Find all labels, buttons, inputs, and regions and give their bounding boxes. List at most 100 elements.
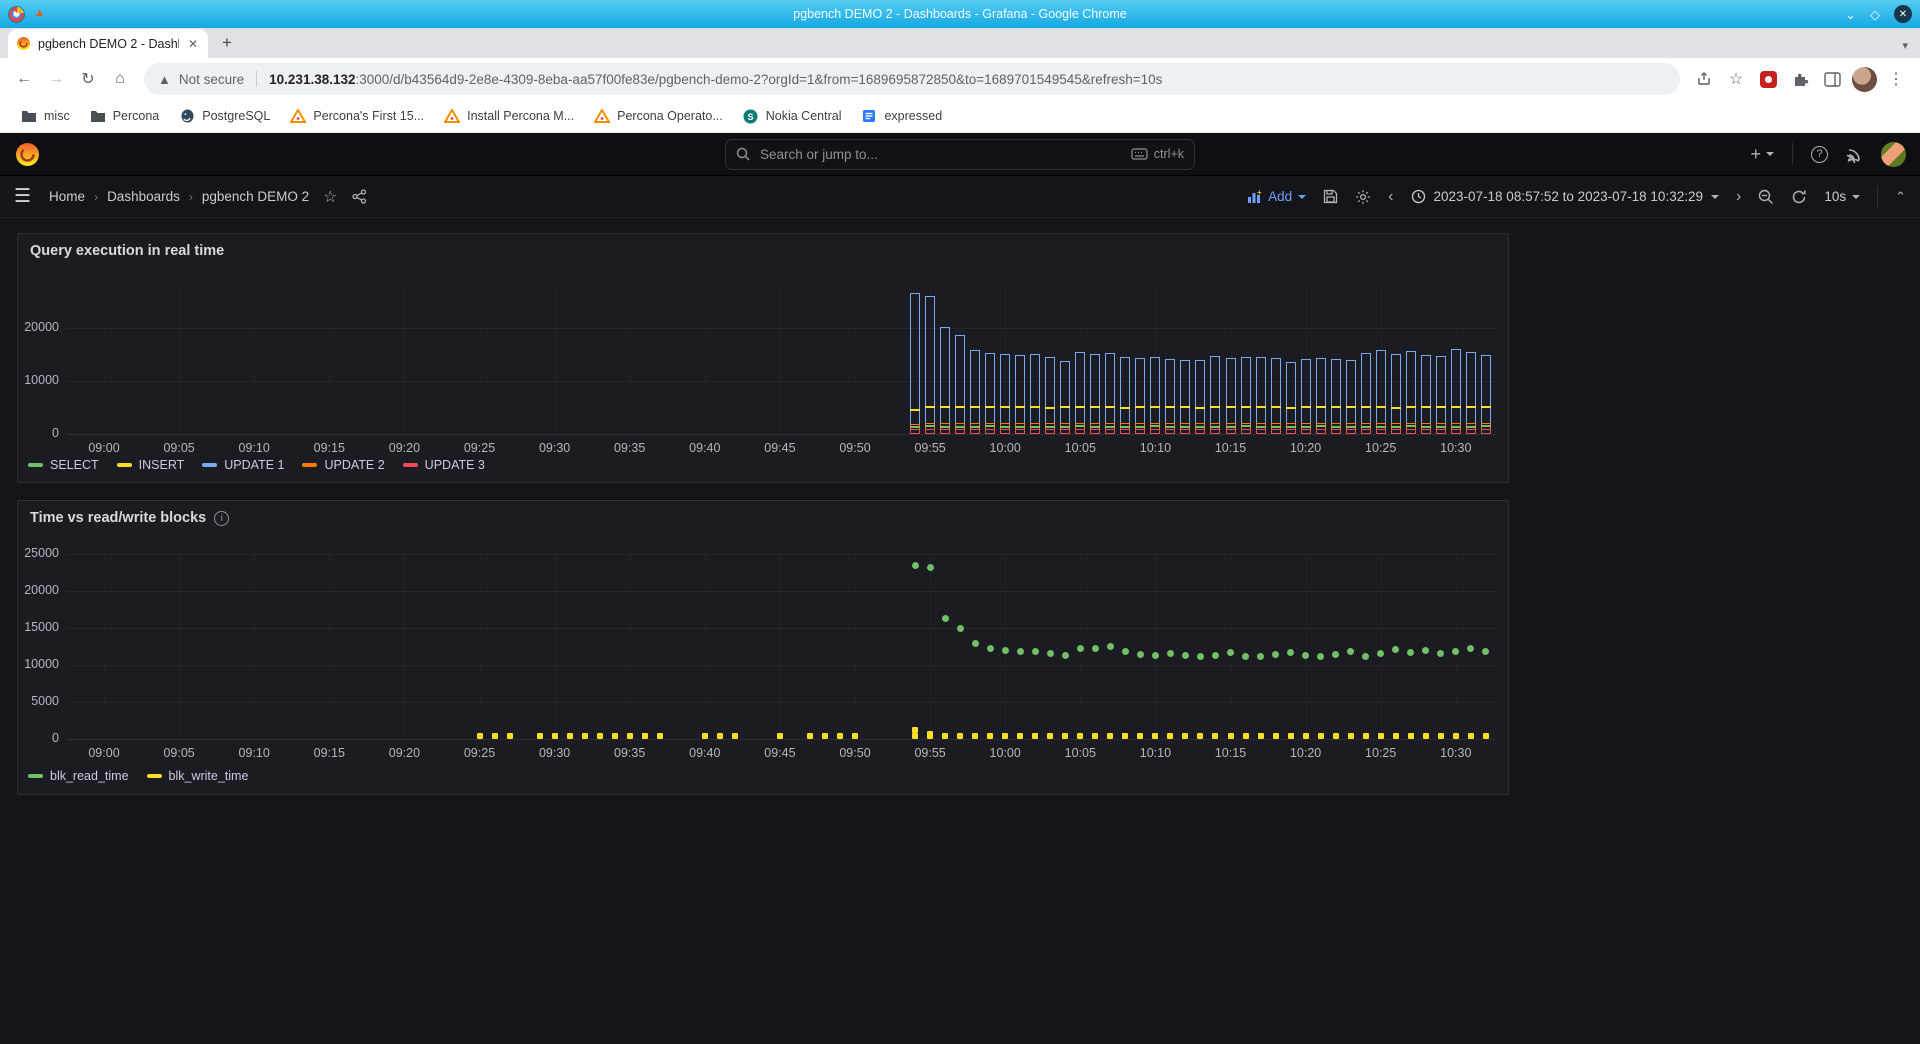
y-gridline bbox=[67, 554, 1497, 555]
point-blk_read_time bbox=[1422, 647, 1429, 654]
scatter-chart-plot[interactable]: 050001000015000200002500009:0009:0509:10… bbox=[67, 549, 1497, 739]
x-axis-label: 10:00 bbox=[979, 746, 1031, 760]
search-input[interactable] bbox=[758, 146, 1123, 163]
panel-time-vs-blocks[interactable]: Time vs read/write blocks i 050001000015… bbox=[17, 500, 1509, 795]
legend-item-blk_read_time[interactable]: blk_read_time bbox=[28, 769, 129, 783]
legend-item-update-2[interactable]: UPDATE 2 bbox=[302, 458, 384, 472]
bar-update-3 bbox=[925, 429, 935, 434]
grafana-logo[interactable] bbox=[14, 141, 41, 168]
bookmark-expressed[interactable]: expressed bbox=[852, 104, 951, 128]
bar-update-3 bbox=[1000, 429, 1010, 434]
panel-info-icon[interactable]: i bbox=[214, 511, 229, 526]
dashboard-canvas: Query execution in real time 01000020000… bbox=[0, 218, 1920, 1044]
x-gridline bbox=[1381, 549, 1382, 739]
close-button[interactable]: ✕ bbox=[1894, 5, 1912, 23]
bar-tick-select bbox=[1481, 425, 1491, 427]
reload-button[interactable]: ↻ bbox=[74, 65, 102, 93]
time-forward-icon[interactable]: › bbox=[1736, 188, 1741, 206]
menu-toggle-icon[interactable]: ☰ bbox=[14, 185, 31, 208]
side-panel-icon[interactable] bbox=[1818, 65, 1846, 93]
bar-update-3 bbox=[1150, 429, 1160, 434]
bookmark-install-percona-m-[interactable]: Install Percona M... bbox=[435, 104, 583, 128]
panel-query-execution[interactable]: Query execution in real time 01000020000… bbox=[17, 233, 1509, 483]
point-blk_write_time bbox=[1017, 733, 1023, 739]
share-icon[interactable] bbox=[1690, 65, 1718, 93]
percona-icon bbox=[594, 108, 610, 124]
bar-update-1 bbox=[1466, 352, 1476, 434]
extension-badge-icon[interactable] bbox=[1754, 65, 1782, 93]
panel-title[interactable]: Time vs read/write blocks i bbox=[30, 510, 229, 526]
y-axis-label: 0 bbox=[9, 731, 59, 745]
bookmark-percona-operato-[interactable]: Percona Operato... bbox=[585, 104, 732, 128]
bar-tick-insert bbox=[1000, 406, 1010, 408]
security-label[interactable]: Not secure bbox=[179, 72, 244, 87]
refresh-interval-picker[interactable]: 10s bbox=[1824, 189, 1860, 204]
new-dashboard-button[interactable]: + bbox=[1750, 144, 1774, 165]
time-range-label: 2023-07-18 08:57:52 to 2023-07-18 10:32:… bbox=[1434, 189, 1703, 204]
refresh-icon[interactable] bbox=[1791, 189, 1807, 205]
x-gridline bbox=[104, 284, 105, 434]
bar-update-3 bbox=[1090, 429, 1100, 434]
time-range-picker[interactable]: 2023-07-18 08:57:52 to 2023-07-18 10:32:… bbox=[1411, 189, 1719, 204]
x-gridline bbox=[705, 284, 706, 434]
url-separator bbox=[256, 71, 257, 87]
actions-divider bbox=[1877, 186, 1878, 208]
bookmark-nokia-central[interactable]: SNokia Central bbox=[734, 104, 851, 128]
kiosk-mode-icon[interactable]: ⌃ bbox=[1895, 189, 1906, 205]
bookmark-percona[interactable]: Percona bbox=[81, 104, 169, 128]
profile-avatar[interactable] bbox=[1850, 65, 1878, 93]
dashboard-settings-icon[interactable] bbox=[1355, 189, 1371, 205]
bar-update-1 bbox=[1406, 351, 1416, 434]
add-panel-button[interactable]: + Add bbox=[1247, 189, 1306, 204]
bar-tick-insert bbox=[1210, 406, 1220, 408]
x-gridline bbox=[480, 284, 481, 434]
maximize-button[interactable]: ◇ bbox=[1870, 8, 1880, 21]
help-icon[interactable]: ? bbox=[1811, 146, 1828, 163]
not-secure-warning-icon[interactable]: ▲ bbox=[158, 72, 171, 87]
breadcrumb-home[interactable]: Home bbox=[49, 189, 85, 204]
save-dashboard-icon[interactable] bbox=[1323, 189, 1338, 204]
back-button[interactable]: ← bbox=[10, 65, 38, 93]
legend-item-insert[interactable]: INSERT bbox=[117, 458, 185, 472]
browser-menu-icon[interactable]: ⋮ bbox=[1882, 65, 1910, 93]
bar-chart-plot[interactable]: 0100002000009:0009:0509:1009:1509:2009:2… bbox=[67, 284, 1497, 434]
time-back-icon[interactable]: ‹ bbox=[1388, 188, 1393, 206]
legend-item-update-3[interactable]: UPDATE 3 bbox=[403, 458, 485, 472]
bar-tick-select bbox=[1150, 425, 1160, 427]
panel-title[interactable]: Query execution in real time bbox=[30, 243, 224, 259]
address-bar[interactable]: ▲ Not secure 10.231.38.132:3000/d/b43564… bbox=[144, 63, 1680, 95]
new-tab-button[interactable]: + bbox=[214, 30, 240, 56]
url-text[interactable]: 10.231.38.132:3000/d/b43564d9-2e8e-4309-… bbox=[269, 72, 1162, 87]
share-dashboard-icon[interactable] bbox=[352, 189, 367, 204]
user-avatar[interactable] bbox=[1881, 142, 1906, 167]
bar-update-3 bbox=[1376, 429, 1386, 434]
forward-button[interactable]: → bbox=[42, 65, 70, 93]
tab-search-chevron-icon[interactable]: ▾ bbox=[1902, 39, 1908, 52]
x-axis-label: 09:25 bbox=[454, 746, 506, 760]
bookmark-percona-s-first-15-[interactable]: Percona's First 15... bbox=[281, 104, 433, 128]
bar-tick-insert bbox=[1316, 406, 1326, 408]
extensions-puzzle-icon[interactable] bbox=[1786, 65, 1814, 93]
x-axis-label: 09:20 bbox=[378, 746, 430, 760]
x-axis-label: 10:30 bbox=[1430, 746, 1482, 760]
legend-item-select[interactable]: SELECT bbox=[28, 458, 99, 472]
bar-tick-select bbox=[985, 425, 995, 427]
breadcrumb-dashboards[interactable]: Dashboards bbox=[107, 189, 180, 204]
point-blk_read_time bbox=[1077, 645, 1084, 652]
zoom-out-icon[interactable] bbox=[1758, 189, 1774, 205]
tab-close-icon[interactable]: ✕ bbox=[186, 37, 200, 51]
favorite-star-icon[interactable]: ☆ bbox=[323, 187, 337, 207]
legend-item-blk_write_time[interactable]: blk_write_time bbox=[147, 769, 249, 783]
bookmark-misc[interactable]: misc bbox=[12, 104, 79, 128]
legend-item-update-1[interactable]: UPDATE 1 bbox=[202, 458, 284, 472]
browser-tab[interactable]: pgbench DEMO 2 - Dashboar ✕ bbox=[8, 29, 208, 58]
x-axis-label: 09:25 bbox=[454, 441, 506, 455]
bar-update-3 bbox=[1271, 429, 1281, 434]
news-icon[interactable] bbox=[1846, 146, 1863, 163]
bookmark-postgresql[interactable]: PostgreSQL bbox=[170, 104, 279, 128]
home-button[interactable]: ⌂ bbox=[106, 65, 134, 93]
search-box[interactable]: ctrl+k bbox=[725, 139, 1195, 170]
point-blk_write_time bbox=[1363, 733, 1369, 739]
minimize-button[interactable]: ⌄ bbox=[1845, 8, 1856, 21]
bookmark-star-icon[interactable]: ☆ bbox=[1722, 65, 1750, 93]
